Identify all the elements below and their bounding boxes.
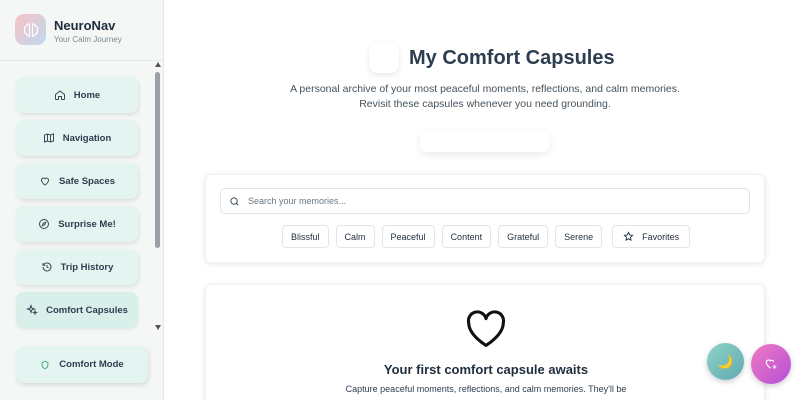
compass-icon — [39, 219, 50, 229]
sidebar-item-trip-history[interactable]: Trip History — [16, 249, 138, 285]
sidebar-item-label: Safe Spaces — [59, 175, 115, 187]
empty-state-text: Capture peaceful moments, reflections, a… — [345, 384, 627, 394]
filter-chip-calm[interactable]: Calm — [335, 225, 375, 248]
scroll-down-arrow-icon[interactable] — [155, 325, 161, 330]
sidebar-item-home[interactable]: Home — [16, 77, 138, 113]
sidebar: NeuroNav Your Calm Journey Home Navigati… — [0, 0, 164, 400]
empty-state-card: Your first comfort capsule awaits Captur… — [205, 284, 765, 400]
sidebar-item-surprise-me[interactable]: Surprise Me! — [16, 206, 138, 242]
history-icon — [42, 262, 52, 272]
comfort-mode-label: Comfort Mode — [59, 359, 124, 370]
empty-state-title: Your first comfort capsule awaits — [383, 362, 589, 377]
main-content: My Comfort Capsules A personal archive o… — [165, 0, 806, 400]
comfort-mode-button[interactable]: Comfort Mode — [16, 346, 148, 383]
search-field[interactable] — [220, 188, 750, 214]
page-header: My Comfort Capsules — [369, 42, 615, 74]
sidebar-item-label: Comfort Capsules — [46, 304, 128, 316]
filter-chip-content[interactable]: Content — [441, 225, 492, 248]
heart-outline-icon — [466, 310, 506, 347]
brand[interactable]: NeuroNav Your Calm Journey — [15, 14, 160, 48]
mood-filters: Blissful Calm Peaceful Content Grateful … — [282, 225, 691, 248]
scroll-thumb[interactable] — [155, 72, 160, 248]
filter-chip-blissful[interactable]: Blissful — [282, 225, 329, 248]
map-icon — [43, 133, 54, 143]
search-card: Blissful Calm Peaceful Content Grateful … — [205, 174, 765, 263]
sidebar-item-label: Trip History — [60, 261, 114, 273]
star-icon — [623, 231, 634, 241]
sparkles-icon — [26, 304, 39, 316]
search-icon — [230, 196, 239, 205]
brain-logo-icon — [15, 14, 46, 45]
brand-tagline: Your Calm Journey — [54, 35, 122, 44]
home-icon — [54, 90, 65, 100]
add-comfort-button[interactable] — [751, 344, 791, 384]
moon-icon: 🌙 — [717, 353, 734, 369]
create-capsule-button[interactable] — [420, 130, 549, 152]
sidebar-item-label: Surprise Me! — [58, 218, 116, 230]
page-description: A personal archive of your most peaceful… — [290, 83, 680, 110]
filter-chip-peaceful[interactable]: Peaceful — [381, 225, 435, 248]
night-mode-button[interactable]: 🌙 — [707, 343, 744, 380]
brand-name: NeuroNav — [54, 18, 116, 33]
heart-icon — [40, 177, 50, 186]
page-title: My Comfort Capsules — [409, 46, 615, 69]
sidebar-scrollbar[interactable] — [154, 62, 162, 330]
divider — [0, 60, 164, 61]
sidebar-item-navigation[interactable]: Navigation — [16, 120, 138, 156]
scroll-up-arrow-icon[interactable] — [155, 62, 161, 67]
sidebar-item-comfort-capsules[interactable]: Comfort Capsules — [16, 292, 138, 328]
sidebar-item-label: Home — [73, 89, 101, 101]
sidebar-item-label: Navigation — [62, 132, 112, 144]
favorites-filter-button[interactable]: Favorites — [612, 225, 691, 248]
filter-chip-grateful[interactable]: Grateful — [498, 225, 549, 248]
search-input[interactable] — [248, 196, 728, 206]
filter-chip-serene[interactable]: Serene — [555, 225, 603, 248]
heart-plus-icon — [765, 359, 777, 369]
shield-icon — [41, 360, 49, 369]
sidebar-item-safe-spaces[interactable]: Safe Spaces — [16, 163, 138, 199]
favorites-label: Favorites — [642, 231, 680, 242]
capsule-icon — [369, 43, 399, 73]
